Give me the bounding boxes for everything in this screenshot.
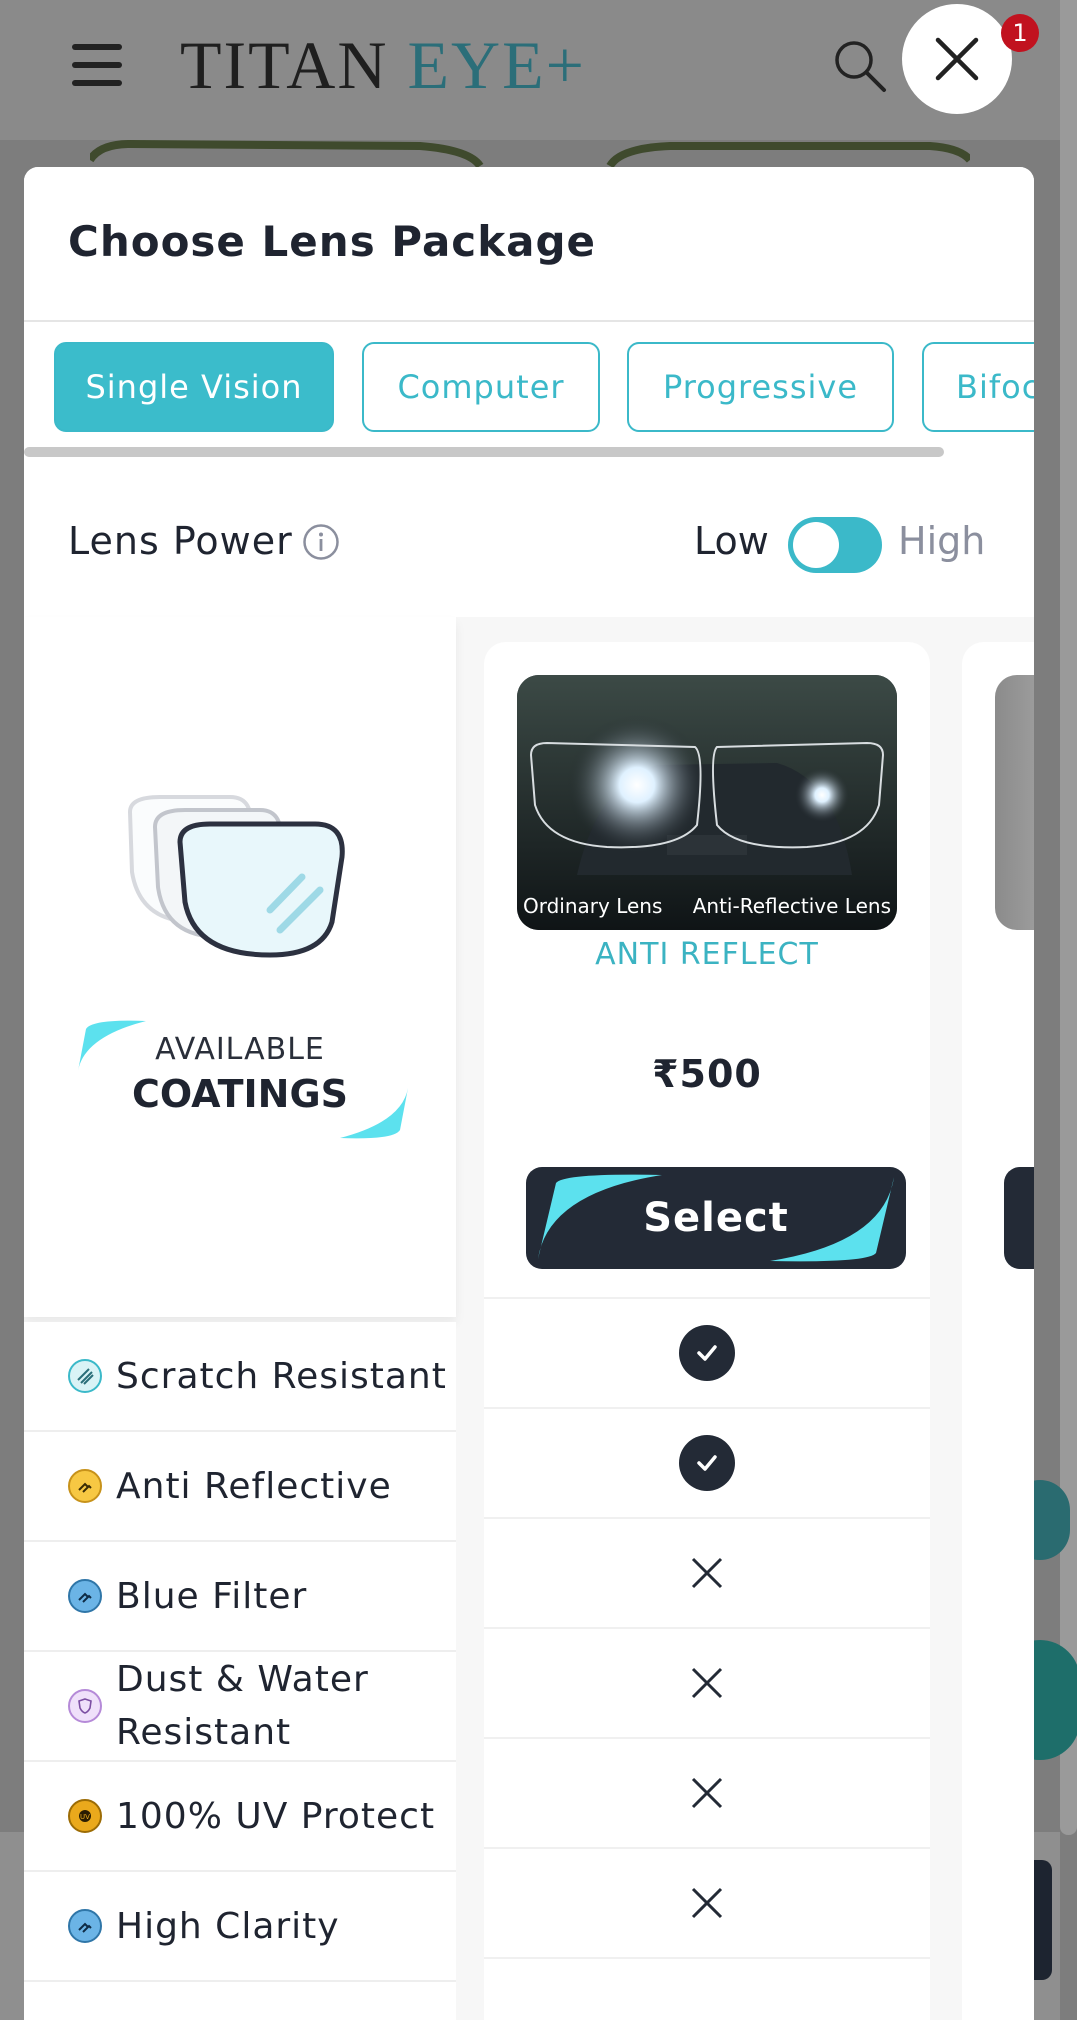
feature-row-next (24, 1982, 456, 2020)
feature-row-high-clarity: High Clarity (24, 1872, 456, 1982)
cart-count-badge: 1 (1001, 14, 1039, 52)
close-modal-button[interactable] (902, 4, 1012, 114)
features-column: AVAILABLE COATINGS Scratch Resistant Ant… (24, 617, 456, 2020)
tab-progressive[interactable]: Progressive (627, 342, 894, 432)
modal-title: Choose Lens Package (68, 217, 597, 266)
cross-icon (691, 1557, 723, 1589)
info-icon[interactable] (302, 523, 340, 561)
power-low-label: Low (694, 519, 769, 563)
high-clarity-not-included (484, 1847, 930, 1957)
next-row-cell (484, 1957, 930, 2020)
scratch-resistant-included (484, 1297, 930, 1407)
cross-icon (691, 1887, 723, 1919)
lens-type-tabs: Single Vision Computer Progressive Bifoc (24, 322, 1034, 482)
button-accent-icon (770, 1177, 894, 1262)
brand-logo[interactable]: TITAN EYE+ (180, 26, 586, 105)
modal-header: Choose Lens Package (24, 167, 1034, 322)
page-scrollbar[interactable] (1060, 0, 1077, 1835)
available-coatings-panel: AVAILABLE COATINGS (24, 617, 456, 1317)
feature-label: High Clarity (116, 1905, 340, 1947)
package-card-anti-reflect: Ordinary Lens Anti-Reflective Lens ANTI … (484, 642, 930, 2020)
tabs-scrollbar[interactable] (24, 447, 944, 457)
feature-row-uv-protect: UV 100% UV Protect (24, 1762, 456, 1872)
brand-accent-text: EYE+ (407, 27, 587, 103)
tab-computer[interactable]: Computer (362, 342, 600, 432)
anti-reflective-icon (68, 1469, 102, 1503)
package-price: ₹500 (652, 1052, 762, 1096)
feature-label: Blue Filter (116, 1575, 308, 1617)
feature-row-dust-water-resistant: Dust & Water Resistant (24, 1652, 456, 1762)
image-caption-ordinary: Ordinary Lens (523, 894, 663, 918)
scratch-icon (68, 1359, 102, 1393)
search-icon[interactable] (830, 36, 890, 96)
site-header: TITAN EYE+ (0, 0, 1060, 140)
anti-reflective-included (484, 1407, 930, 1517)
svg-text:UV: UV (80, 1813, 90, 1821)
next-package-image (995, 675, 1034, 930)
feature-label: Anti Reflective (116, 1465, 392, 1507)
lens-power-label: Lens Power (68, 519, 293, 563)
dust-water-not-included (484, 1627, 930, 1737)
select-package-button[interactable]: Select (526, 1167, 906, 1269)
next-select-package-button[interactable] (1004, 1167, 1034, 1269)
lens-power-toggle[interactable] (788, 517, 882, 573)
check-icon (679, 1325, 735, 1381)
lens-power-row: Lens Power Low High (24, 467, 1034, 617)
tab-bifocal[interactable]: Bifoc (922, 342, 1034, 432)
package-card-next (962, 642, 1034, 2020)
feature-label: Scratch Resistant (116, 1355, 447, 1397)
feature-row-blue-filter: Blue Filter (24, 1542, 456, 1652)
lens-stack-icon (127, 795, 345, 958)
tab-single-vision[interactable]: Single Vision (54, 342, 334, 432)
check-icon (679, 1435, 735, 1491)
feature-label: Dust & Water Resistant (116, 1659, 369, 1753)
car-headlights-image (517, 675, 897, 930)
blue-filter-not-included (484, 1517, 930, 1627)
feature-label: 100% UV Protect (116, 1795, 436, 1837)
blue-filter-icon (68, 1579, 102, 1613)
anti-reflect-comparison-image: Ordinary Lens Anti-Reflective Lens (517, 675, 897, 930)
package-name: ANTI REFLECT (595, 937, 819, 972)
coatings-heading-line1: AVAILABLE (155, 1032, 325, 1067)
brand-main-text: TITAN (180, 27, 389, 103)
eyeglass-frames-image (90, 140, 970, 169)
cross-icon (691, 1777, 723, 1809)
corner-accent-icon (340, 1088, 408, 1139)
uv-protect-not-included (484, 1737, 930, 1847)
lens-package-modal: Choose Lens Package Single Vision Comput… (24, 167, 1034, 2020)
close-icon (935, 37, 979, 81)
toggle-knob (793, 522, 839, 568)
shield-icon (68, 1689, 102, 1723)
cross-icon (691, 1667, 723, 1699)
feature-row-anti-reflective: Anti Reflective (24, 1432, 456, 1542)
select-button-label: Select (643, 1195, 789, 1241)
clarity-icon (68, 1909, 102, 1943)
image-caption-anti-reflective: Anti-Reflective Lens (692, 894, 891, 918)
feature-row-scratch-resistant: Scratch Resistant (24, 1322, 456, 1432)
power-high-label: High (898, 519, 986, 563)
uv-icon: UV (68, 1799, 102, 1833)
menu-icon[interactable] (72, 44, 122, 88)
